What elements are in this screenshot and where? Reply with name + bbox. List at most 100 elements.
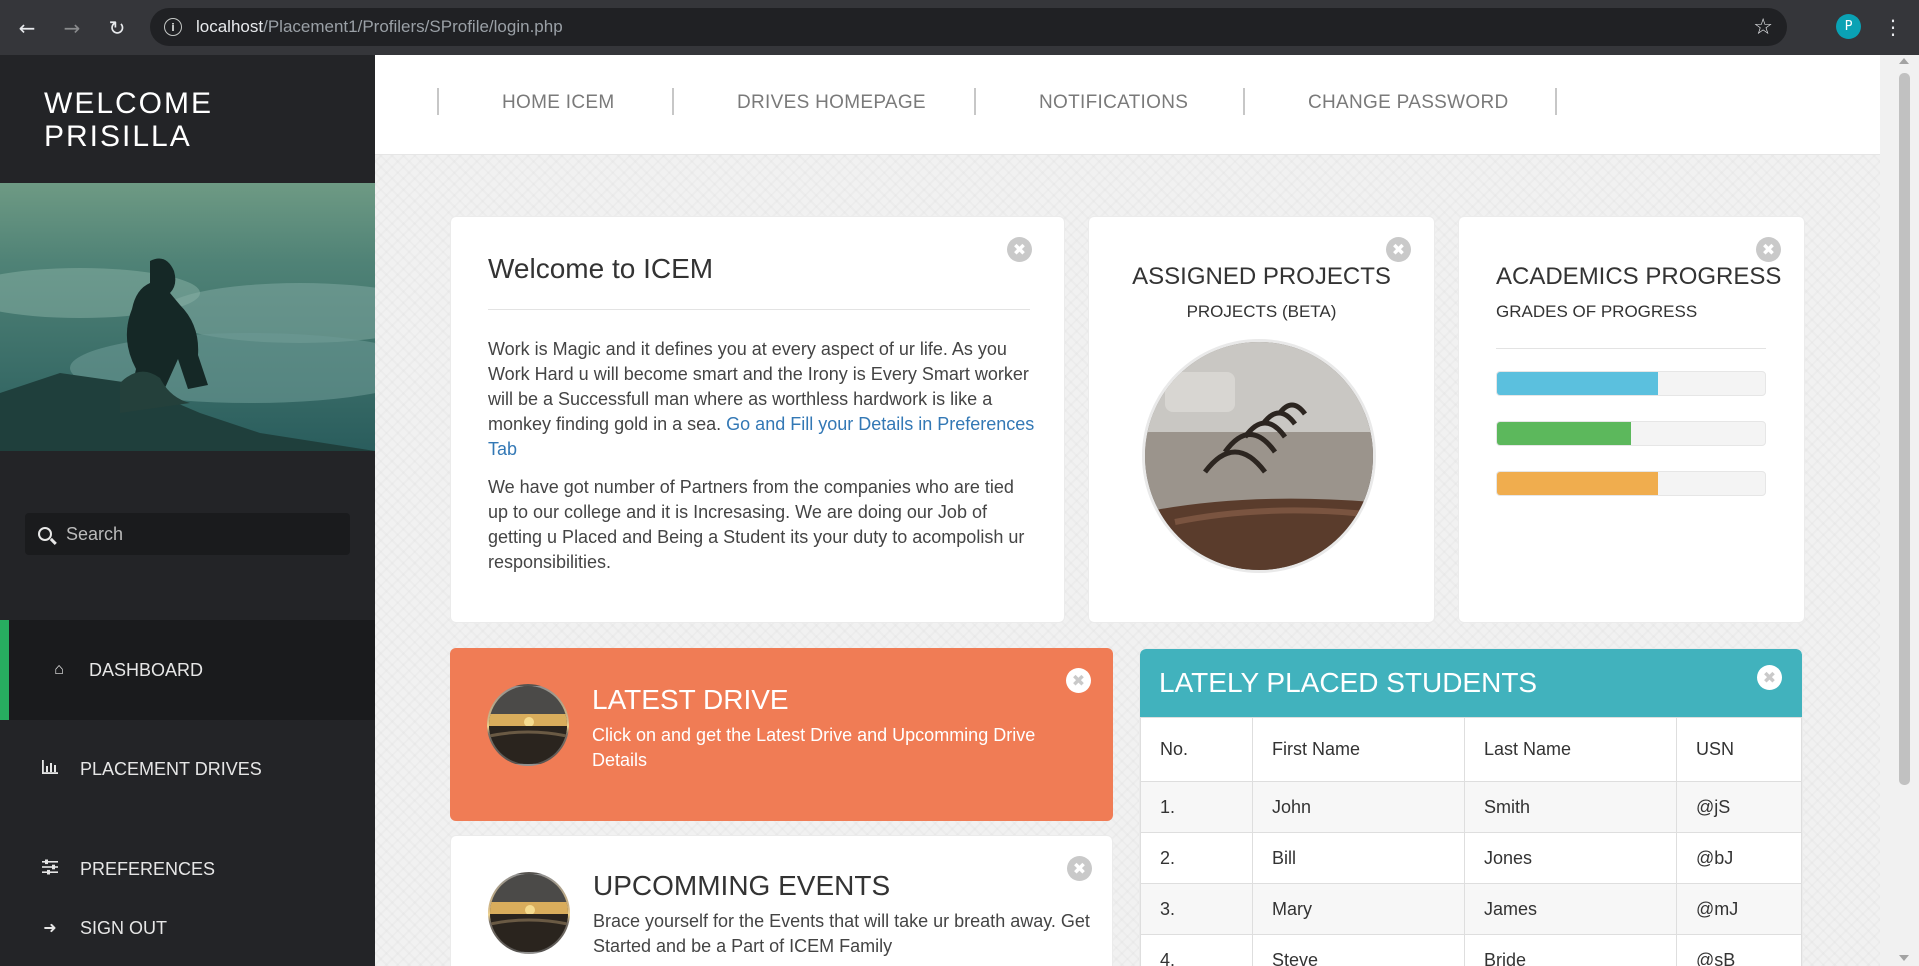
progress-fill [1497,472,1658,495]
nav-home-icem[interactable]: HOME ICEM [502,92,614,114]
sunset-avatar [487,684,569,766]
table-cell: 3. [1140,883,1253,935]
profile-avatar[interactable]: P [1836,14,1861,39]
nav-separator [974,88,976,115]
welcome-heading: WELCOME PRISILLA [44,87,214,153]
table-header-row: No. First Name Last Name USN [1140,717,1802,782]
nav-separator [437,88,439,115]
table-cell: @bJ [1676,832,1802,884]
close-icon[interactable]: ✖ [1007,237,1032,262]
url-text[interactable]: localhost/Placement1/Profilers/SProfile/… [196,17,563,37]
nav-separator [1555,88,1557,115]
progress-fill [1497,422,1631,445]
table-cell: 2. [1140,832,1253,884]
sidebar-item-label: PLACEMENT DRIVES [80,758,262,779]
progress-fill [1497,372,1658,395]
search-input[interactable] [66,523,326,545]
progress-bar [1496,421,1766,446]
bookmark-star-icon[interactable]: ☆ [1753,15,1773,40]
browser-menu-icon[interactable]: ⋮ [1883,14,1903,40]
academics-title: ACADEMICS PROGRESS [1496,263,1782,290]
table-cell: Bride [1464,934,1677,966]
close-icon[interactable]: ✖ [1066,668,1091,693]
welcome-card: ✖ Welcome to ICEM Work is Magic and it d… [450,216,1065,623]
column-header: USN [1676,717,1802,782]
sidebar-item-label: PREFERENCES [80,858,216,879]
top-navigation: HOME ICEM DRIVES HOMEPAGE NOTIFICATIONS … [375,55,1880,155]
latest-drive-title: LATEST DRIVE [592,684,789,715]
divider [1496,348,1766,349]
welcome-title: Welcome to ICEM [488,253,714,284]
sidebar: WELCOME PRISILLA ⌂ DASHBOARD [0,55,375,966]
sunset-avatar [488,872,570,954]
assigned-projects-card: ✖ ASSIGNED PROJECTS PROJECTS (BETA) [1088,216,1435,623]
home-icon: ⌂ [54,661,64,678]
forward-icon[interactable]: → [57,13,87,43]
close-icon[interactable]: ✖ [1757,665,1782,690]
bar-chart-icon [40,759,60,780]
table-cell: James [1464,883,1677,935]
table-cell: Mary [1252,883,1465,935]
site-info-icon[interactable]: i [164,18,182,36]
sidebar-search[interactable] [25,513,350,555]
upcoming-events-title: UPCOMMING EVENTS [593,870,891,901]
academics-progress-card: ✖ ACADEMICS PROGRESS GRADES OF PROGRESS [1458,216,1805,623]
scrollbar-thumb[interactable] [1899,73,1910,785]
progress-bar [1496,471,1766,496]
browser-toolbar: ← → ↻ i localhost/Placement1/Profilers/S… [0,0,1919,55]
nav-separator [672,88,674,115]
welcome-paragraph-2: We have got number of Partners from the … [488,477,1025,572]
nav-change-password[interactable]: CHANGE PASSWORD [1308,92,1509,114]
reload-icon[interactable]: ↻ [102,13,132,43]
column-header: First Name [1252,717,1465,782]
table-cell: 4. [1140,934,1253,966]
placed-students-table: No. First Name Last Name USN 1. John Smi… [1140,717,1802,966]
table-cell: Steve [1252,934,1465,966]
table-cell: Jones [1464,832,1677,884]
sidebar-item-label: DASHBOARD [89,659,204,680]
table-cell: John [1252,781,1465,833]
table-cell: @jS [1676,781,1802,833]
latest-drive-card[interactable]: ✖ LATEST DRIVE Click on and get the Late… [450,648,1113,821]
latest-drive-description: Click on and get the Latest Drive and Up… [592,725,1036,770]
main-content: HOME ICEM DRIVES HOMEPAGE NOTIFICATIONS … [375,55,1880,966]
sidebar-item-label: SIGN OUT [80,918,168,938]
close-icon[interactable]: ✖ [1067,856,1092,881]
table-cell: Smith [1464,781,1677,833]
scroll-down-arrow-icon[interactable] [1899,955,1909,961]
column-header: No. [1140,717,1253,782]
projects-image [1142,339,1376,573]
column-header: Last Name [1464,717,1677,782]
close-icon[interactable]: ✖ [1386,237,1411,262]
placed-students-card: LATELY PLACED STUDENTS ✖ No. First Name … [1139,648,1803,966]
sidebar-item-sign-out[interactable]: ➜ SIGN OUT [0,918,375,966]
address-bar[interactable]: i localhost/Placement1/Profilers/SProfil… [150,8,1787,46]
projects-title: ASSIGNED PROJECTS [1132,263,1391,290]
sidebar-hero-image [0,183,375,451]
projects-subtitle: PROJECTS (BETA) [1186,302,1337,321]
sign-out-icon: ➜ [43,920,57,937]
nav-notifications[interactable]: NOTIFICATIONS [1039,92,1188,114]
back-icon[interactable]: ← [12,13,42,43]
table-cell: @mJ [1676,883,1802,935]
sidebar-item-placement-drives[interactable]: PLACEMENT DRIVES [0,719,375,819]
upcoming-events-card[interactable]: ✖ UPCOMMING EVENTS Brace yourself for th… [450,835,1113,966]
progress-bar [1496,371,1766,396]
table-cell: 1. [1140,781,1253,833]
close-icon[interactable]: ✖ [1756,237,1781,262]
table-row: 1. John Smith @jS [1140,781,1802,833]
search-icon [38,527,52,541]
table-row: 4. Steve Bride @sB [1140,934,1802,966]
sliders-icon [40,859,60,880]
table-cell: Bill [1252,832,1465,884]
upcoming-events-description: Brace yourself for the Events that will … [593,911,1090,956]
placed-students-header: LATELY PLACED STUDENTS ✖ [1140,649,1802,717]
academics-subtitle: GRADES OF PROGRESS [1496,302,1698,321]
sidebar-item-preferences[interactable]: PREFERENCES [0,819,375,919]
nav-drives-homepage[interactable]: DRIVES HOMEPAGE [737,92,926,114]
placed-students-title: LATELY PLACED STUDENTS [1159,667,1538,698]
divider [488,309,1030,310]
sidebar-item-dashboard[interactable]: ⌂ DASHBOARD [0,620,375,720]
table-row: 3. Mary James @mJ [1140,883,1802,935]
scroll-up-arrow-icon[interactable] [1899,58,1909,64]
